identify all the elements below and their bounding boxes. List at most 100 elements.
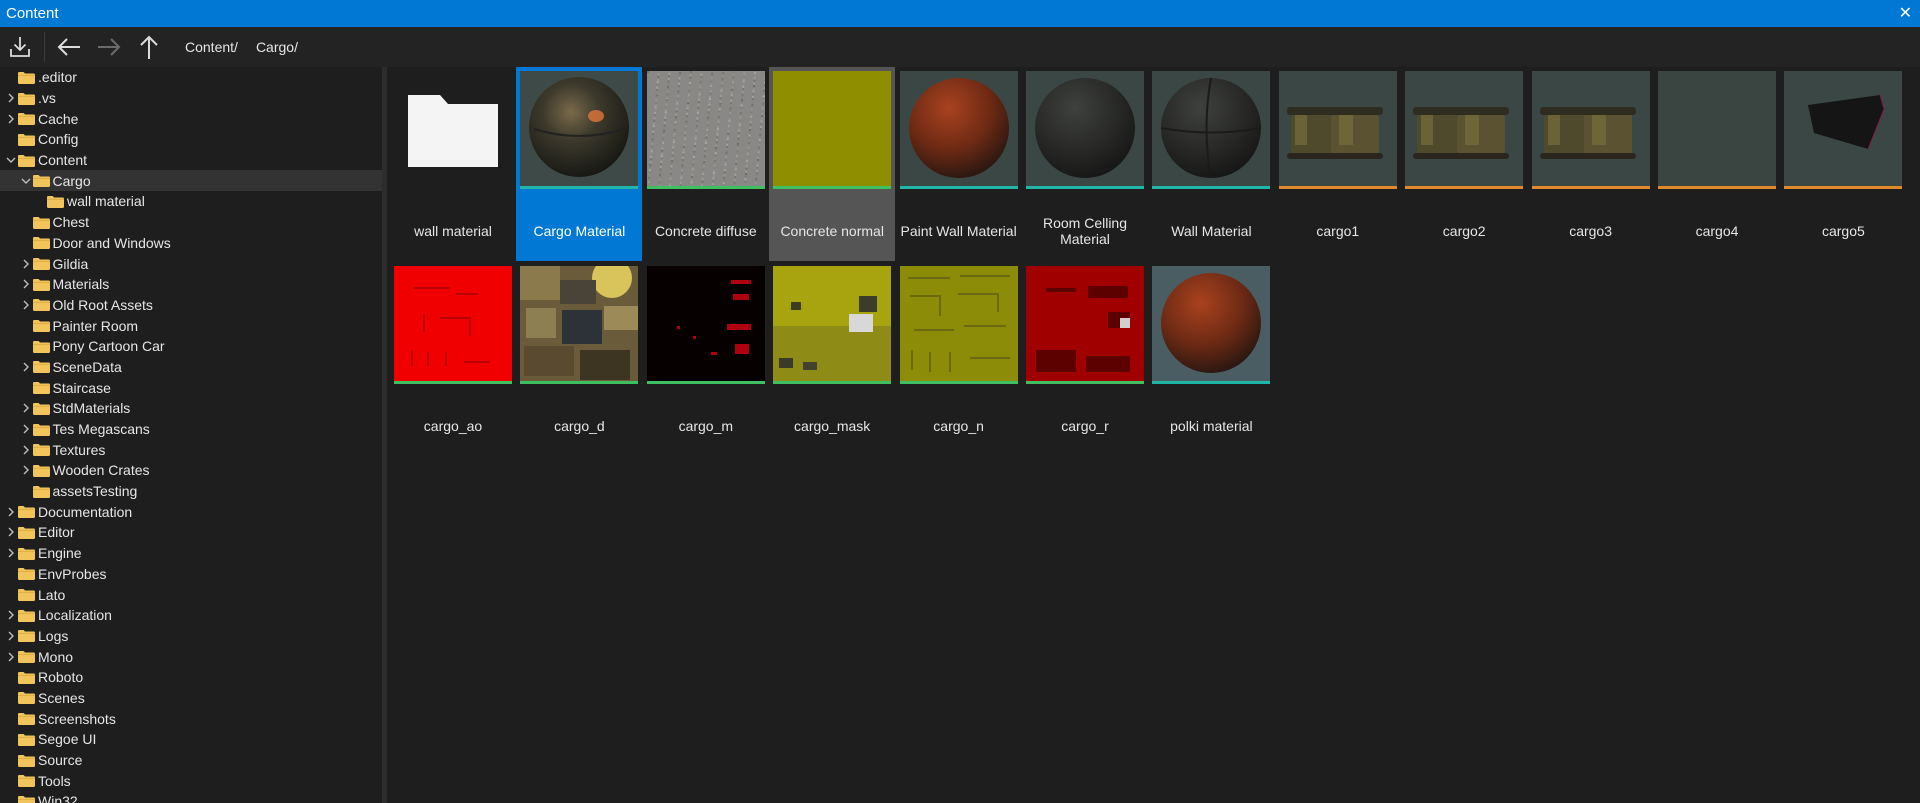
folder-icon — [18, 650, 35, 664]
chevron-right-icon[interactable] — [4, 608, 18, 622]
tree-item[interactable]: SceneData — [0, 357, 382, 378]
tree-item[interactable]: Segoe UI — [0, 729, 382, 750]
asset-thumbnail — [1278, 71, 1397, 189]
tree-item[interactable]: StdMaterials — [0, 398, 382, 419]
asset-item[interactable]: wall material — [390, 67, 516, 261]
tree-item[interactable]: Gildia — [0, 253, 382, 274]
asset-item[interactable]: cargo5 — [1780, 67, 1906, 261]
asset-item[interactable]: cargo_n — [896, 262, 1022, 456]
import-button[interactable] — [0, 27, 40, 67]
asset-item[interactable]: Cargo Material — [516, 67, 643, 261]
asset-item[interactable]: cargo_d — [516, 262, 642, 456]
tree-item[interactable]: Tes Megascans — [0, 419, 382, 440]
tree-item[interactable]: Painter Room — [0, 315, 382, 336]
chevron-right-icon[interactable] — [19, 257, 33, 271]
asset-thumbnail — [773, 266, 892, 384]
tree-item-label: Engine — [38, 545, 82, 562]
tree-item[interactable]: Materials — [0, 274, 382, 295]
tree-item[interactable]: Chest — [0, 212, 382, 233]
asset-item[interactable]: Room Celling Material — [1022, 67, 1148, 261]
tree-item[interactable]: Scenes — [0, 688, 382, 709]
chevron-down-icon[interactable] — [19, 174, 33, 188]
asset-item[interactable]: polki material — [1148, 262, 1274, 456]
asset-item[interactable]: cargo_r — [1022, 262, 1148, 456]
chevron-right-icon[interactable] — [4, 91, 18, 105]
tree-item[interactable]: Wooden Crates — [0, 460, 382, 481]
asset-item[interactable]: Wall Material — [1148, 67, 1274, 261]
chevron-right-icon[interactable] — [4, 525, 18, 539]
asset-item[interactable]: cargo1 — [1275, 67, 1401, 261]
up-button[interactable] — [129, 27, 169, 67]
tree-item[interactable]: Roboto — [0, 667, 382, 688]
tree-item-label: Editor — [38, 524, 75, 541]
folder-icon — [18, 526, 35, 539]
tree-item[interactable]: Staircase — [0, 377, 382, 398]
asset-item[interactable]: cargo3 — [1528, 67, 1654, 261]
tree-item[interactable]: Source — [0, 750, 382, 771]
breadcrumb-cargo[interactable]: Cargo/ — [256, 39, 298, 55]
chevron-right-icon[interactable] — [19, 360, 33, 374]
close-icon[interactable]: ✕ — [1899, 5, 1912, 22]
asset-type-bar — [1278, 186, 1397, 189]
tree-item[interactable]: .vs — [0, 88, 382, 109]
tree-item[interactable]: Tools — [0, 770, 382, 791]
tree-item[interactable]: wall material — [0, 191, 382, 212]
tree-item[interactable]: Mono — [0, 646, 382, 667]
chevron-right-icon[interactable] — [4, 650, 18, 664]
tree-item[interactable]: .editor — [0, 67, 382, 88]
chevron-right-icon[interactable] — [19, 277, 33, 291]
chevron-right-icon[interactable] — [19, 298, 33, 312]
tree-item-label: Wooden Crates — [52, 462, 150, 479]
tree-item[interactable]: Logs — [0, 626, 382, 647]
tree-item[interactable]: Door and Windows — [0, 233, 382, 254]
tree-item[interactable]: assetsTesting — [0, 481, 382, 502]
tree-item-label: Lato — [38, 586, 66, 603]
tree-item[interactable]: Pony Cartoon Car — [0, 336, 382, 357]
chevron-right-icon[interactable] — [4, 546, 18, 560]
folder-icon — [18, 712, 35, 726]
asset-item[interactable]: cargo2 — [1401, 67, 1527, 261]
tree-item[interactable]: Lato — [0, 584, 382, 605]
tree-item[interactable]: Editor — [0, 522, 382, 543]
chevron-right-icon[interactable] — [19, 463, 33, 477]
tree-item[interactable]: Localization — [0, 605, 382, 626]
asset-item[interactable]: cargo_m — [643, 262, 769, 456]
folder-icon — [394, 71, 512, 189]
asset-type-bar — [1405, 186, 1524, 189]
asset-thumbnail — [520, 266, 639, 384]
chevron-right-icon[interactable] — [4, 112, 18, 126]
chevron-right-icon[interactable] — [19, 422, 33, 436]
folder-icon — [18, 733, 35, 746]
tree-item[interactable]: EnvProbes — [0, 564, 382, 585]
asset-type-bar — [1658, 186, 1776, 189]
forward-button[interactable] — [89, 27, 129, 67]
tree-item[interactable]: Engine — [0, 543, 382, 564]
tree-item[interactable]: Old Root Assets — [0, 295, 382, 316]
tree-item[interactable]: Content — [0, 150, 382, 171]
asset-type-bar — [1026, 186, 1144, 189]
asset-item[interactable]: cargo_ao — [390, 262, 516, 456]
back-button[interactable] — [49, 27, 89, 67]
tree-item[interactable]: Cache — [0, 108, 382, 129]
asset-item[interactable]: cargo4 — [1654, 67, 1780, 261]
chevron-right-icon[interactable] — [19, 401, 33, 415]
tree-item[interactable]: Screenshots — [0, 708, 382, 729]
chevron-down-icon[interactable] — [4, 153, 18, 167]
chevron-right-icon[interactable] — [4, 629, 18, 643]
tree-item[interactable]: Config — [0, 129, 382, 150]
tree-item[interactable]: Textures — [0, 439, 382, 460]
tree-item[interactable]: Win32 — [0, 791, 382, 803]
chevron-right-icon[interactable] — [4, 505, 18, 519]
tree-item[interactable]: Cargo — [0, 170, 382, 192]
asset-item[interactable]: Concrete normal — [769, 67, 896, 261]
folder-icon — [32, 464, 50, 477]
folder-icon — [32, 174, 50, 188]
asset-item[interactable]: Paint Wall Material — [896, 67, 1022, 261]
breadcrumb-content[interactable]: Content/ — [185, 39, 238, 55]
asset-item[interactable]: Concrete diffuse — [643, 67, 769, 261]
asset-item[interactable]: cargo_mask — [769, 262, 895, 456]
chevron-right-icon[interactable] — [19, 443, 33, 457]
tree-item[interactable]: Documentation — [0, 501, 382, 522]
